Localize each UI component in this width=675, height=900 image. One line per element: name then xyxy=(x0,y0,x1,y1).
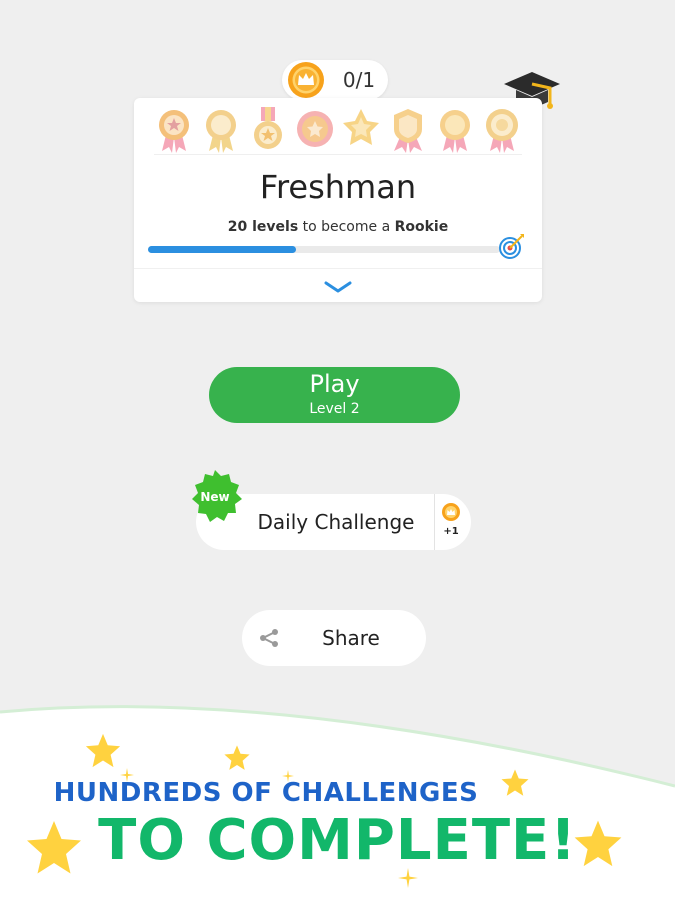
rank-subtitle: 20 levels to become a Rookie xyxy=(134,219,542,235)
medal-5-icon xyxy=(343,109,380,145)
medal-2-icon xyxy=(205,110,236,153)
rank-progress-fill xyxy=(148,246,296,253)
card-divider xyxy=(134,268,542,269)
share-button[interactable]: Share xyxy=(242,610,426,666)
rank-card[interactable]: Freshman 20 levels to become a Rookie xyxy=(134,98,542,302)
medal-8-icon xyxy=(485,109,518,153)
play-level: Level 2 xyxy=(309,401,360,417)
promo-subheadline: TO COMPLETE! xyxy=(98,808,577,873)
crown-coin-icon xyxy=(288,62,324,98)
share-label: Share xyxy=(322,626,380,650)
rank-subtitle-mid: to become a xyxy=(298,219,395,235)
crown-coin-icon xyxy=(442,503,460,521)
daily-divider xyxy=(434,494,435,550)
medal-6-icon xyxy=(394,109,423,153)
coin-counter: 0/1 xyxy=(282,60,388,100)
rank-title: Freshman xyxy=(259,168,417,206)
star-icon xyxy=(224,745,250,770)
medal-4-icon xyxy=(296,111,333,147)
levels-remaining: 20 levels xyxy=(227,219,299,235)
chevron-down-icon[interactable] xyxy=(320,278,356,296)
star-icon xyxy=(85,733,121,768)
daily-challenge-label: Daily Challenge xyxy=(257,510,415,534)
medal-3-icon xyxy=(253,107,282,149)
rank-progress-bar xyxy=(148,246,500,253)
coin-count: 0/1 xyxy=(342,68,376,92)
share-icon xyxy=(260,629,278,647)
medal-7-icon xyxy=(440,110,471,153)
play-button[interactable]: Play Level 2 xyxy=(209,367,460,423)
badge-row xyxy=(154,106,522,155)
next-rank: Rookie xyxy=(394,219,449,235)
promo-headline: HUNDREDS OF CHALLENGES xyxy=(53,778,479,808)
new-badge-label: New xyxy=(200,490,230,504)
medal-1-icon xyxy=(159,110,189,153)
target-icon xyxy=(499,234,524,259)
daily-reward: +1 xyxy=(443,526,459,537)
play-label: Play xyxy=(309,370,360,398)
